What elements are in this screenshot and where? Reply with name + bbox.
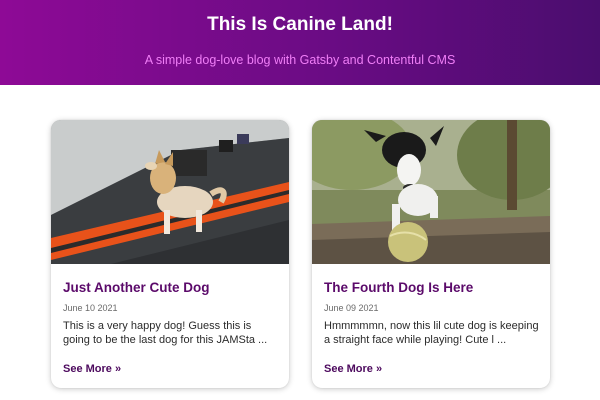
site-header: This Is Canine Land! A simple dog-love b… — [0, 0, 600, 85]
post-excerpt: Hmmmmmn, now this lil cute dog is keepin… — [324, 320, 539, 346]
post-date: June 09 2021 — [324, 303, 379, 313]
see-more-link[interactable]: See More » — [324, 363, 382, 376]
site-subtitle: A simple dog-love blog with Gatsby and C… — [144, 53, 456, 67]
post-title[interactable]: Just Another Cute Dog — [63, 280, 281, 296]
post-card: The Fourth Dog Is Here June 09 2021 Hmmm… — [312, 120, 550, 388]
see-more-link[interactable]: See More » — [63, 363, 121, 376]
post-title[interactable]: The Fourth Dog Is Here — [324, 280, 542, 296]
corgi-photo — [51, 120, 289, 264]
border-collie-photo — [312, 120, 550, 264]
post-date: June 10 2021 — [63, 303, 118, 313]
post-card: Just Another Cute Dog June 10 2021 This … — [51, 120, 289, 388]
post-image-border-collie[interactable] — [312, 120, 550, 264]
post-excerpt: This is a very happy dog! Guess this is … — [63, 320, 268, 346]
site-title: This Is Canine Land! — [207, 14, 393, 35]
post-image-corgi[interactable] — [51, 120, 289, 264]
